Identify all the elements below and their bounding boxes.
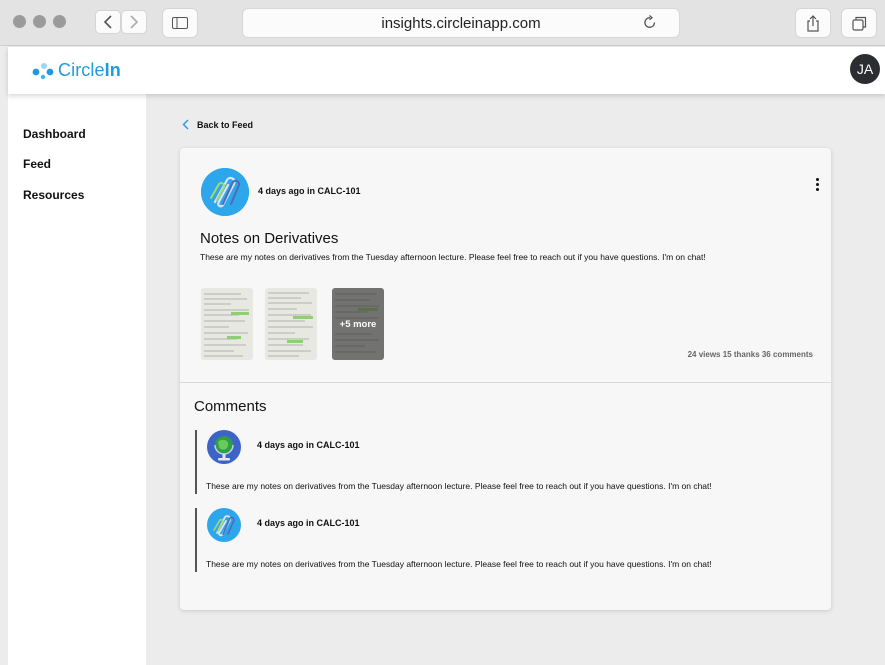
url-text: insights.circleinapp.com	[381, 14, 541, 32]
sidebar-item-resources[interactable]: Resources	[23, 188, 84, 202]
tabs-button[interactable]	[841, 8, 877, 38]
note-thumbnail[interactable]	[201, 288, 253, 360]
comment-text: These are my notes on derivatives from t…	[206, 481, 712, 491]
address-bar[interactable]: insights.circleinapp.com	[242, 8, 680, 38]
sidebar-icon	[172, 17, 188, 29]
post-title: Notes on Derivatives	[200, 230, 339, 247]
sidebar-toggle-button[interactable]	[162, 8, 198, 38]
circlein-logo-icon	[32, 62, 54, 79]
chevron-left-icon	[182, 119, 189, 130]
comment-item: 4 days ago in CALC-101 These are my note…	[195, 508, 815, 572]
browser-forward-button[interactable]	[121, 10, 147, 34]
tabs-icon	[851, 16, 866, 31]
reload-icon[interactable]	[643, 14, 657, 34]
browser-toolbar: insights.circleinapp.com	[0, 0, 885, 46]
paperclip-icon	[207, 508, 241, 542]
back-to-feed-label: Back to Feed	[197, 119, 254, 130]
browser-back-button[interactable]	[95, 10, 121, 34]
maximize-window-button[interactable]	[53, 15, 66, 28]
chevron-left-icon	[103, 15, 112, 29]
back-to-feed-link[interactable]: Back to Feed	[182, 119, 253, 130]
comment-text: These are my notes on derivatives from t…	[206, 559, 712, 569]
more-notes-label: +5 more	[332, 288, 384, 360]
sidebar-item-dashboard[interactable]: Dashboard	[23, 127, 86, 141]
post-author-avatar[interactable]	[201, 168, 249, 216]
logo-text-bold: In	[104, 60, 121, 80]
sidebar-item-feed[interactable]: Feed	[23, 157, 51, 171]
minimize-window-button[interactable]	[33, 15, 46, 28]
sidebar: Dashboard Feed Resources	[8, 94, 146, 665]
share-icon	[807, 14, 819, 32]
circlein-logo[interactable]: CircleIn	[32, 60, 121, 81]
comment-meta: 4 days ago in CALC-101	[257, 518, 360, 528]
close-window-button[interactable]	[13, 15, 26, 28]
post-meta: 4 days ago in CALC-101	[258, 186, 361, 196]
post-body: These are my notes on derivatives from t…	[200, 252, 706, 262]
app-header: CircleIn JA	[8, 47, 885, 94]
note-thumbnail[interactable]	[265, 288, 317, 360]
share-button[interactable]	[795, 8, 831, 38]
logo-text: Circle	[58, 60, 105, 80]
globe-icon	[207, 430, 241, 464]
post-stats: 24 views 15 thanks 36 comments	[687, 350, 813, 359]
user-avatar[interactable]: JA	[850, 54, 880, 84]
commenter-avatar[interactable]	[207, 430, 241, 464]
comments-heading: Comments	[194, 398, 267, 415]
divider	[180, 382, 831, 383]
comment-meta: 4 days ago in CALC-101	[257, 440, 360, 450]
more-notes-thumbnail[interactable]: +5 more	[332, 288, 384, 360]
more-options-icon[interactable]	[816, 178, 819, 191]
chevron-right-icon	[130, 15, 139, 29]
paperclip-icon	[201, 168, 249, 216]
comment-item: 4 days ago in CALC-101 These are my note…	[195, 430, 815, 494]
post-card: 4 days ago in CALC-101 Notes on Derivati…	[180, 148, 831, 610]
commenter-avatar[interactable]	[207, 508, 241, 542]
